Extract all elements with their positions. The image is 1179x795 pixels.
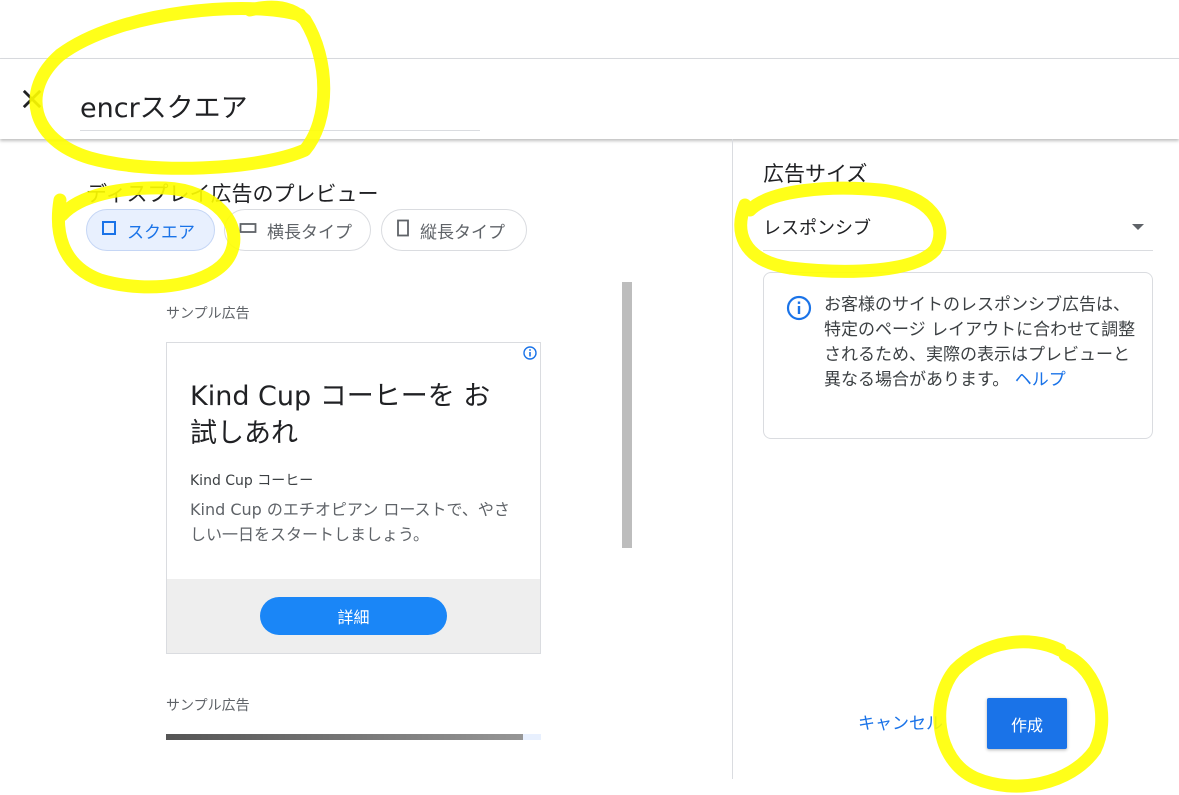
dropdown-caret-icon — [1132, 224, 1144, 230]
ad-headline: Kind Cup コーヒーを お試しあれ — [190, 381, 491, 449]
editor-header — [0, 59, 1179, 139]
ad-size-select[interactable]: レスポンシブ — [763, 200, 1153, 251]
responsive-info-box: お客様のサイトのレスポンシブ広告は、特定のページ レイアウトに合わせて調整される… — [763, 272, 1153, 439]
info-text-body: お客様のサイトのレスポンシブ広告は、特定のページ レイアウトに合わせて調整される… — [824, 295, 1136, 390]
help-link[interactable]: ヘルプ — [1015, 370, 1066, 390]
sample-ad-label: サンプル広告 — [166, 306, 250, 322]
sample-ad-card-2 — [166, 734, 541, 740]
ad-info-icon-2 — [523, 734, 541, 740]
create-button[interactable]: 作成 — [987, 698, 1067, 749]
chip-square-label: スクエア — [127, 222, 195, 243]
chip-portrait[interactable]: 縦長タイプ — [381, 209, 527, 251]
campaign-name-input[interactable] — [80, 81, 480, 131]
ad-info-icon[interactable] — [523, 346, 537, 360]
ad-size-title: 広告サイズ — [763, 162, 868, 186]
ad-description: Kind Cup のエチオピアン ローストで、やさしい一日をスタートしましょう。 — [190, 500, 510, 544]
responsive-info-text: お客様のサイトのレスポンシブ広告は、特定のページ レイアウトに合わせて調整される… — [824, 293, 1140, 393]
portrait-icon — [396, 219, 410, 242]
close-icon — [22, 89, 42, 109]
landscape-icon — [239, 220, 257, 240]
preview-title: ディスプレイ広告のプレビュー — [86, 182, 379, 206]
close-button[interactable] — [18, 85, 46, 113]
ad-footer: 詳細 — [167, 579, 540, 653]
cancel-button[interactable]: キャンセル — [858, 709, 943, 734]
chip-landscape-label: 横長タイプ — [267, 222, 352, 243]
info-icon — [786, 295, 812, 321]
chip-square[interactable]: スクエア — [86, 209, 215, 251]
preview-scrollbar[interactable] — [622, 282, 632, 548]
chip-landscape[interactable]: 横長タイプ — [224, 209, 371, 251]
sample-ad-label-2: サンプル広告 — [166, 698, 250, 714]
square-icon — [101, 220, 117, 241]
panel-divider — [732, 139, 733, 779]
sample-ad-card: Kind Cup コーヒーを お試しあれ Kind Cup コーヒー Kind … — [166, 342, 541, 654]
ad-business-name: Kind Cup コーヒー — [190, 473, 314, 489]
ad-size-value: レスポンシブ — [763, 218, 871, 239]
chip-portrait-label: 縦長タイプ — [420, 222, 505, 243]
ad-cta-button[interactable]: 詳細 — [260, 597, 447, 635]
